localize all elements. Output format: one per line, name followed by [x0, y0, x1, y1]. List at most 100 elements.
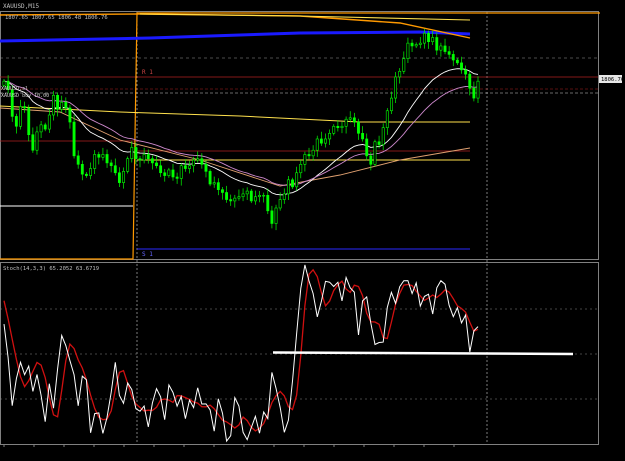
candle-body	[43, 124, 47, 130]
candle-body	[93, 154, 97, 169]
candle-body	[225, 192, 229, 200]
candle-body	[64, 102, 68, 109]
candle-body	[311, 149, 315, 157]
candle-body	[447, 51, 451, 55]
candle-body	[394, 76, 397, 99]
candle-body	[431, 37, 435, 43]
candle-body	[324, 138, 327, 144]
candle-body	[270, 210, 274, 224]
candle-body	[373, 141, 377, 165]
candle-body	[237, 196, 241, 199]
candle-body	[183, 165, 187, 169]
candle-body	[2, 80, 6, 86]
candle-body	[105, 154, 109, 164]
candle-body	[406, 42, 410, 59]
candle-body	[369, 155, 373, 165]
candle-body	[357, 121, 360, 134]
candle-body	[365, 138, 369, 157]
candle-body	[468, 73, 472, 89]
candle-body	[31, 134, 35, 151]
s1-level-label: S 1	[142, 251, 153, 258]
candle-body	[101, 154, 105, 158]
candle-body	[72, 121, 76, 157]
candle-body	[47, 114, 51, 130]
candle-body	[27, 107, 31, 136]
candle-body	[385, 110, 389, 128]
candle-body	[344, 118, 348, 127]
candle-body	[390, 97, 393, 112]
candle-body	[196, 158, 200, 161]
candle-body	[402, 58, 406, 72]
candle-body	[39, 124, 43, 133]
candle-body	[159, 165, 163, 174]
stoch-label: Stoch(14,3,3) 65.2052 63.6719	[3, 266, 99, 272]
candle-body	[35, 131, 39, 151]
r1-level-label: R 1	[142, 69, 153, 76]
candle-body	[130, 147, 134, 159]
candle-body	[221, 189, 224, 193]
candle-body	[233, 197, 237, 202]
candle-body	[464, 69, 468, 75]
candle-body	[303, 154, 307, 165]
candle-body	[229, 199, 233, 202]
candle-body	[200, 158, 204, 165]
candle-body	[142, 154, 146, 161]
candle-body	[146, 154, 150, 159]
candle-body	[443, 45, 447, 52]
candle-body	[352, 117, 356, 123]
candle-body	[188, 165, 191, 169]
candle-body	[85, 173, 88, 176]
candle-body	[299, 164, 303, 174]
candle-body	[138, 158, 142, 161]
candle-body	[418, 42, 422, 45]
candle-body	[175, 176, 179, 179]
candle-body	[361, 133, 365, 140]
candle-body	[253, 196, 257, 202]
current-price-label: 1806.76	[601, 77, 624, 83]
candle-body	[262, 195, 266, 197]
candle-body	[56, 94, 60, 110]
candle-body	[134, 147, 138, 159]
candle-body	[52, 94, 55, 116]
candle-body	[80, 164, 84, 175]
candle-body	[295, 172, 299, 188]
candle-body	[76, 155, 80, 165]
ohlc-label: 1807.65 1807.65 1806.48 1806.76	[5, 15, 108, 21]
candle-body	[398, 71, 402, 78]
candle-body	[19, 106, 22, 127]
trading-chart[interactable]: XAUUSD,M15 1807.65 1807.65 1806.48 1806.…	[0, 0, 625, 461]
candle-body	[266, 195, 270, 212]
candle-body	[381, 127, 385, 145]
candle-body	[109, 162, 113, 167]
candle-body	[97, 154, 101, 158]
candle-body	[332, 125, 336, 134]
candle-body	[348, 117, 352, 120]
candle-body	[422, 32, 426, 44]
candle-body	[439, 45, 443, 51]
candle-body	[286, 179, 290, 195]
candle-body	[122, 171, 125, 183]
candle-body	[291, 179, 294, 188]
candle-body	[307, 154, 311, 157]
candle-body	[167, 169, 171, 176]
candle-body	[410, 42, 414, 47]
candle-body	[60, 102, 64, 110]
candle-body	[315, 138, 319, 151]
candle-body	[212, 182, 216, 185]
candle-body	[150, 158, 154, 164]
candle-body	[192, 159, 196, 167]
candle-body	[14, 116, 18, 127]
candle-body	[249, 190, 253, 202]
candle-body	[23, 106, 27, 109]
buy-info-label: XAUUSD buy 10.00	[1, 93, 49, 99]
candle-body	[472, 87, 476, 99]
candle-body	[319, 138, 323, 144]
candle-body	[377, 141, 381, 145]
candle-body	[328, 133, 332, 140]
candle-body	[455, 59, 459, 64]
candle-body	[89, 168, 92, 176]
candle-body	[340, 125, 344, 128]
candle-body	[427, 32, 430, 43]
support-trendline	[272, 351, 574, 356]
sl-info-label: XAUUSD.sl	[1, 86, 28, 92]
